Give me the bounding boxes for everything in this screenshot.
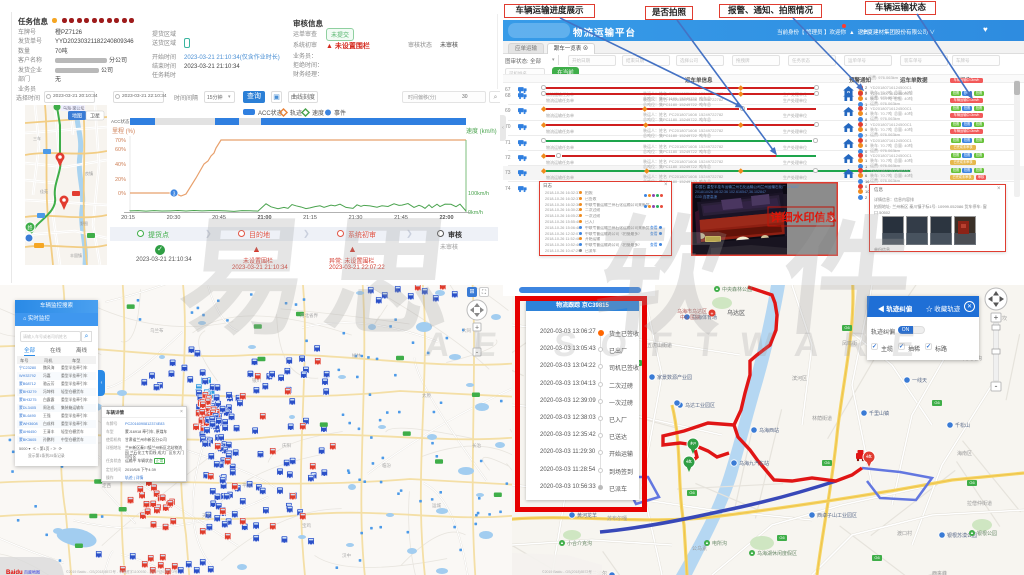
svg-text:▲: ▲ <box>715 286 719 291</box>
svg-text:天水: 天水 <box>202 512 211 519</box>
svg-text:20:45: 20:45 <box>212 215 226 221</box>
svg-text:▲: ▲ <box>750 550 754 555</box>
svg-text:卫星: 卫星 <box>90 114 100 120</box>
svg-text:乌达区: 乌达区 <box>727 309 745 317</box>
svg-text:银根公园: 银根公园 <box>977 530 997 537</box>
svg-text:乌海湖休闲度假区: 乌海湖休闲度假区 <box>757 550 797 557</box>
svg-text:60%: 60% <box>115 147 126 153</box>
svg-text:佳苑: 佳苑 <box>40 188 48 194</box>
svg-text:+: + <box>475 325 479 332</box>
svg-text:宝鸡: 宝鸡 <box>302 522 311 529</box>
svg-text:野图: 野图 <box>80 220 88 226</box>
svg-text:0%: 0% <box>118 191 126 197</box>
svg-text:丰固镇: 丰固镇 <box>70 252 82 258</box>
svg-text:©2019 Baidu - GS(2018)5572号 -: ©2019 Baidu - GS(2018)5572号 - 甲测资字110093… <box>66 569 178 574</box>
svg-text:临汾: 临汾 <box>382 462 391 469</box>
svg-text:家景数源产业园: 家景数源产业园 <box>657 374 692 381</box>
svg-text:黄河龙羊: 黄河龙羊 <box>577 512 597 519</box>
svg-text:滨河区: 滨河区 <box>792 375 807 382</box>
svg-text:长治: 长治 <box>472 442 481 449</box>
svg-text:+: + <box>711 312 714 318</box>
svg-text:乌达工业园区: 乌达工业园区 <box>685 402 715 409</box>
svg-text:轨迹: 轨迹 <box>290 109 302 117</box>
svg-text:西来峰: 西来峰 <box>932 570 947 575</box>
svg-text:ACC状态: ACC状态 <box>111 118 130 124</box>
svg-text:G6: G6 <box>969 480 975 485</box>
svg-text:运城: 运城 <box>432 502 441 509</box>
svg-text:0km/h: 0km/h <box>468 210 483 216</box>
svg-text:21:30: 21:30 <box>349 215 363 221</box>
svg-text:21:00: 21:00 <box>257 215 271 221</box>
svg-text:乌兰布: 乌兰布 <box>150 327 164 334</box>
svg-text:乌海九汽车站: 乌海九汽车站 <box>739 460 769 467</box>
svg-text:100km/h: 100km/h <box>468 191 489 197</box>
svg-text:电所沟: 电所沟 <box>712 540 727 547</box>
svg-text:银川: 银川 <box>252 377 261 384</box>
svg-text:G6: G6 <box>779 535 785 540</box>
svg-text:乌海西站: 乌海西站 <box>759 427 779 434</box>
svg-text:乌海市乌达区: 乌海市乌达区 <box>677 308 707 315</box>
svg-text:定西: 定西 <box>102 482 111 489</box>
svg-text:中心医院: 中心医院 <box>680 314 700 321</box>
svg-text:40%: 40% <box>115 162 126 168</box>
svg-text:▲: ▲ <box>970 530 974 535</box>
svg-text:-: - <box>476 348 479 357</box>
svg-text:21:15: 21:15 <box>303 215 317 221</box>
svg-text:事件: 事件 <box>334 109 346 117</box>
svg-text:G6: G6 <box>874 555 880 560</box>
svg-text:+: + <box>994 313 999 322</box>
svg-text:百度地图: 百度地图 <box>24 569 40 575</box>
svg-text:西卓子山工业园区: 西卓子山工业园区 <box>817 512 857 519</box>
svg-text:22:00: 22:00 <box>439 215 453 221</box>
svg-text:3: 3 <box>173 192 176 198</box>
svg-text:三车: 三车 <box>33 135 41 141</box>
svg-text:千松山: 千松山 <box>955 422 970 429</box>
svg-text:千里山镇: 千里山镇 <box>869 410 889 417</box>
svg-text:苏布尔嘎: 苏布尔嘎 <box>607 515 627 522</box>
svg-text:小合介克沟: 小合介克沟 <box>567 540 592 547</box>
svg-text:一线天: 一线天 <box>912 377 927 384</box>
svg-text:70%: 70% <box>115 138 126 144</box>
svg-text:G6: G6 <box>824 460 830 465</box>
svg-text:21:45: 21:45 <box>394 215 408 221</box>
svg-text:河北省界: 河北省界 <box>300 312 318 319</box>
svg-text:▲: ▲ <box>705 540 709 545</box>
svg-text:公乌素: 公乌素 <box>692 545 707 552</box>
svg-text:终: 终 <box>27 225 32 232</box>
svg-text:汉中: 汉中 <box>342 552 351 559</box>
svg-text:地图: 地图 <box>72 113 82 120</box>
svg-text:▲: ▲ <box>560 540 564 545</box>
svg-text:速度 (km/h): 速度 (km/h) <box>466 127 497 135</box>
svg-text:©2019 Baidu - GS(2018)5572号: ©2019 Baidu - GS(2018)5572号 <box>542 569 592 574</box>
svg-text:林荫街道: 林荫街道 <box>812 415 832 422</box>
svg-text:拉僧仲街道: 拉僧仲街道 <box>967 500 992 507</box>
svg-text:凤鸣街: 凤鸣街 <box>842 340 857 347</box>
svg-text:速度: 速度 <box>312 109 324 117</box>
svg-text:G6: G6 <box>844 325 850 330</box>
svg-text:庆阳: 庆阳 <box>282 442 291 449</box>
svg-text:五虎山街道: 五虎山街道 <box>647 342 672 349</box>
svg-text:20%: 20% <box>115 177 126 183</box>
svg-text:平凉: 平凉 <box>242 482 251 489</box>
svg-text:ACC状态: ACC状态 <box>258 109 283 117</box>
svg-text:G6: G6 <box>689 490 695 495</box>
svg-text:里程 (%): 里程 (%) <box>112 127 135 135</box>
svg-text:-: - <box>995 381 998 391</box>
svg-text:良镇: 良镇 <box>85 170 93 176</box>
svg-text:中央森林公园: 中央森林公园 <box>722 286 752 293</box>
svg-text:太原: 太原 <box>422 392 431 399</box>
svg-text:Baidu: Baidu <box>6 570 23 575</box>
svg-text:20:30: 20:30 <box>167 215 181 221</box>
svg-text:海南区: 海南区 <box>957 450 972 457</box>
svg-text:渡口村: 渡口村 <box>897 530 912 537</box>
svg-text:G6: G6 <box>934 400 940 405</box>
svg-text:20:15: 20:15 <box>121 215 135 221</box>
svg-text:乌海·梁公坛: 乌海·梁公坛 <box>63 105 84 111</box>
svg-text:榆林: 榆林 <box>352 352 361 359</box>
